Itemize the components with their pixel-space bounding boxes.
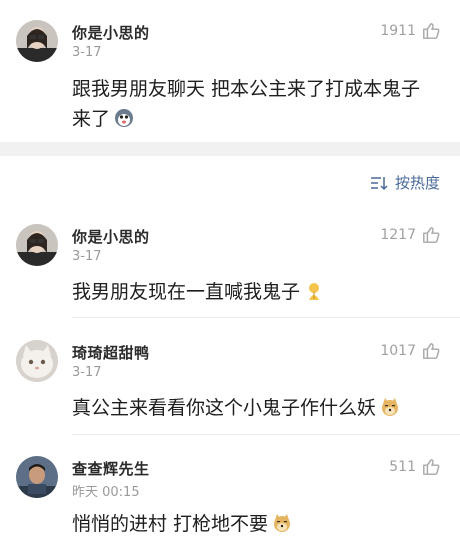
comment-text-body: 悄悄的进村 打枪地不要 (72, 513, 269, 535)
like-button[interactable]: 1017 (380, 342, 440, 360)
avatar[interactable] (16, 224, 58, 266)
comment-text-body: 真公主来看看你这个小鬼子作什么妖 (72, 397, 377, 419)
praying-emoji-icon (309, 283, 320, 300)
comment-text: 真公主来看看你这个小鬼子作什么妖 (72, 393, 440, 423)
like-button[interactable]: 1217 (380, 226, 440, 244)
like-count: 1017 (380, 343, 416, 359)
thumbs-up-icon (423, 343, 440, 359)
comment-date: 昨天 00:15 (72, 485, 140, 500)
thumbs-up-icon (423, 23, 440, 39)
comment-text: 我男朋友现在一直喊我鬼子 (72, 277, 440, 307)
top-comment: 你是小思的 3-17 1911 跟我男朋友聊天 把本公主来了打成本鬼子 来了 (0, 0, 460, 142)
comment-date: 3-17 (72, 365, 102, 380)
username[interactable]: 查查辉先生 (72, 458, 150, 479)
comment-date: 3-17 (72, 45, 102, 60)
comment-text-tail: 来了 (72, 108, 111, 130)
husky-emoji-icon (115, 109, 134, 127)
username[interactable]: 你是小思的 (72, 22, 150, 43)
comment-text-body: 我男朋友现在一直喊我鬼子 (72, 281, 301, 303)
thumbs-up-icon (423, 227, 440, 243)
comment-text-line: 跟我男朋友聊天 把本公主来了打成本鬼子 (72, 78, 421, 100)
divider (72, 434, 460, 435)
like-button[interactable]: 511 (389, 458, 440, 476)
comment-text: 悄悄的进村 打枪地不要 (72, 509, 440, 539)
comment-text: 跟我男朋友聊天 把本公主来了打成本鬼子 来了 (72, 74, 440, 134)
thumbs-up-icon (423, 459, 440, 475)
sort-by-heat-button[interactable]: 按热度 (370, 172, 440, 193)
like-button[interactable]: 1911 (380, 22, 440, 40)
avatar[interactable] (16, 456, 58, 498)
divider (72, 317, 460, 318)
username[interactable]: 琦琦超甜鸭 (72, 342, 150, 363)
doge-emoji-icon (274, 514, 291, 532)
comment-text-line: 来了 (72, 104, 440, 134)
avatar[interactable] (16, 340, 58, 382)
sort-label: 按热度 (394, 174, 440, 192)
username[interactable]: 你是小思的 (72, 226, 150, 247)
section-separator (0, 142, 460, 156)
avatar[interactable] (16, 20, 58, 62)
doge-emoji-icon (382, 398, 399, 416)
like-count: 1217 (380, 227, 416, 243)
sort-icon (370, 176, 388, 190)
like-count: 511 (389, 459, 416, 475)
like-count: 1911 (380, 23, 416, 39)
comment-date: 3-17 (72, 249, 102, 264)
